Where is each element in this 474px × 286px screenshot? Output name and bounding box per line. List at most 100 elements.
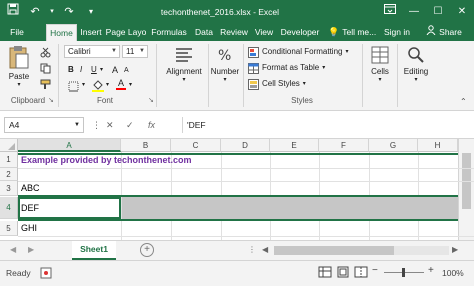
format-as-table-button[interactable]: Format as Table ▾ xyxy=(248,61,325,75)
insert-function-button[interactable]: fx xyxy=(148,117,155,133)
sign-in-link[interactable]: Sign in xyxy=(382,24,412,41)
font-name-select[interactable]: Calibri ▼ xyxy=(64,45,120,58)
close-icon[interactable]: ✕ xyxy=(450,0,474,24)
next-sheet-icon[interactable]: ▶ xyxy=(28,245,34,254)
chevron-down-icon: ▼ xyxy=(111,48,117,54)
row-header-1[interactable]: 1 xyxy=(0,152,18,168)
row-header-3[interactable]: 3 xyxy=(0,181,18,196)
share-button[interactable]: Share xyxy=(416,24,472,41)
tab-insert[interactable]: Insert xyxy=(77,24,105,41)
zoom-level[interactable]: 100% xyxy=(442,268,464,278)
cell-a3[interactable]: ABC xyxy=(21,183,40,193)
underline-button[interactable]: U xyxy=(91,63,97,77)
tab-home[interactable]: Home xyxy=(46,24,77,41)
prev-sheet-icon[interactable]: ◀ xyxy=(10,245,16,254)
row-header-2[interactable]: 2 xyxy=(0,168,18,181)
name-box[interactable]: A4 ▼ xyxy=(4,117,84,133)
column-header-c[interactable]: C xyxy=(171,139,221,152)
chevron-down-icon[interactable]: ▾ xyxy=(48,3,56,21)
alignment-button[interactable]: Alignment ▾ xyxy=(160,45,208,83)
row-header-4[interactable]: 4 xyxy=(0,197,18,219)
enter-icon[interactable]: ✓ xyxy=(126,117,134,133)
editing-button[interactable]: Editing ▾ xyxy=(398,45,434,83)
tell-me-box[interactable]: 💡 Tell me... xyxy=(328,24,388,41)
cell-styles-button[interactable]: Cell Styles ▾ xyxy=(248,77,306,91)
alignment-icon xyxy=(176,48,192,62)
normal-view-icon[interactable] xyxy=(318,266,332,280)
italic-button[interactable]: I xyxy=(80,63,82,77)
chevron-down-icon[interactable]: ▾ xyxy=(82,81,85,88)
font-shrink-button[interactable]: A xyxy=(124,64,129,78)
zoom-out-icon[interactable]: − xyxy=(372,265,378,276)
tab-data[interactable]: Data xyxy=(192,24,216,41)
cells-button[interactable]: Cells ▾ xyxy=(365,45,395,83)
chevron-down-icon[interactable]: ▾ xyxy=(129,81,132,88)
formula-input[interactable]: 'DEF xyxy=(182,117,468,133)
column-header-g[interactable]: G xyxy=(369,139,418,152)
zoom-slider[interactable] xyxy=(384,268,424,277)
undo-icon[interactable]: ↶ xyxy=(26,3,44,21)
column-header-h[interactable]: H xyxy=(418,139,458,152)
vertical-scrollbar[interactable] xyxy=(458,139,474,240)
cell-styles-label: Cell Styles xyxy=(262,79,300,88)
horizontal-scrollbar[interactable] xyxy=(274,246,449,255)
ribbon-display-icon[interactable] xyxy=(378,0,402,24)
font-size-select[interactable]: 11 ▼ xyxy=(122,45,148,58)
paste-button[interactable]: Paste ▾ xyxy=(6,44,32,88)
column-header-a[interactable]: A xyxy=(18,139,121,152)
copy-icon[interactable] xyxy=(40,63,51,76)
row-header-5[interactable]: 5 xyxy=(0,221,18,236)
page-break-view-icon[interactable] xyxy=(354,266,368,280)
borders-icon[interactable] xyxy=(68,81,79,94)
minimize-icon[interactable]: — xyxy=(402,0,426,24)
redo-icon[interactable]: ↷ xyxy=(60,3,78,21)
chevron-down-icon[interactable]: ▾ xyxy=(100,63,103,77)
bold-button[interactable]: B xyxy=(68,63,74,77)
select-all-button[interactable] xyxy=(0,139,18,152)
column-header-f[interactable]: F xyxy=(319,139,369,152)
scroll-right-icon[interactable]: ▶ xyxy=(452,245,458,254)
conditional-formatting-button[interactable]: Conditional Formatting ▾ xyxy=(248,45,349,59)
zoom-slider-thumb[interactable] xyxy=(402,268,405,277)
page-layout-view-icon[interactable] xyxy=(336,266,350,280)
tab-file[interactable]: File xyxy=(4,24,30,41)
format-painter-icon[interactable] xyxy=(40,79,51,92)
zoom-in-icon[interactable]: + xyxy=(428,265,434,276)
cut-icon[interactable] xyxy=(40,47,51,60)
font-color-button[interactable]: A xyxy=(116,78,126,90)
lightbulb-icon: 💡 xyxy=(328,27,340,37)
maximize-icon[interactable]: ☐ xyxy=(426,0,450,24)
search-icon xyxy=(408,47,424,63)
font-launcher-icon[interactable]: ↘ xyxy=(148,96,154,104)
chevron-down-icon[interactable]: ▾ xyxy=(106,81,109,88)
clipboard-launcher-icon[interactable]: ↘ xyxy=(48,96,54,104)
more-icon: ⋮ xyxy=(92,120,101,130)
formula-bar: A4 ▼ ⋮ ✕ ✓ fx 'DEF xyxy=(0,111,474,139)
column-header-b[interactable]: B xyxy=(121,139,171,152)
number-format-button[interactable]: % Number ▾ xyxy=(209,45,241,83)
font-grow-button[interactable]: A xyxy=(112,63,118,77)
tab-page-layout[interactable]: Page Layo xyxy=(105,24,147,41)
cell-a1[interactable]: Example provided by techonthenet.com xyxy=(21,155,192,165)
worksheet-grid[interactable]: A B C D E F G H 1 Example provided by te… xyxy=(0,139,474,240)
macro-record-icon[interactable] xyxy=(40,267,52,281)
tab-developer[interactable]: Developer xyxy=(278,24,322,41)
collapse-ribbon-icon[interactable]: ⌃ xyxy=(460,97,467,106)
title-bar: ↶ ▾ ↷ ▾ techonthenet_2016.xlsx - Excel —… xyxy=(0,0,474,24)
sheet-tab-sheet1[interactable]: Sheet1 xyxy=(72,241,116,260)
cell-a5[interactable]: GHI xyxy=(21,223,37,233)
customize-icon[interactable]: ▾ xyxy=(82,3,100,21)
new-sheet-icon[interactable]: + xyxy=(140,243,154,257)
scroll-left-icon[interactable]: ◀ xyxy=(262,245,268,254)
column-header-d[interactable]: D xyxy=(221,139,270,152)
scrollbar-thumb[interactable] xyxy=(274,246,394,255)
cancel-icon[interactable]: ✕ xyxy=(106,117,114,133)
cell-a4[interactable]: DEF xyxy=(21,203,39,213)
save-icon[interactable] xyxy=(4,3,22,21)
share-label: Share xyxy=(439,27,462,37)
tab-formulas[interactable]: Formulas xyxy=(148,24,190,41)
column-header-e[interactable]: E xyxy=(270,139,319,152)
tab-view[interactable]: View xyxy=(252,24,276,41)
tab-review[interactable]: Review xyxy=(218,24,250,41)
fill-color-icon[interactable] xyxy=(92,79,104,94)
